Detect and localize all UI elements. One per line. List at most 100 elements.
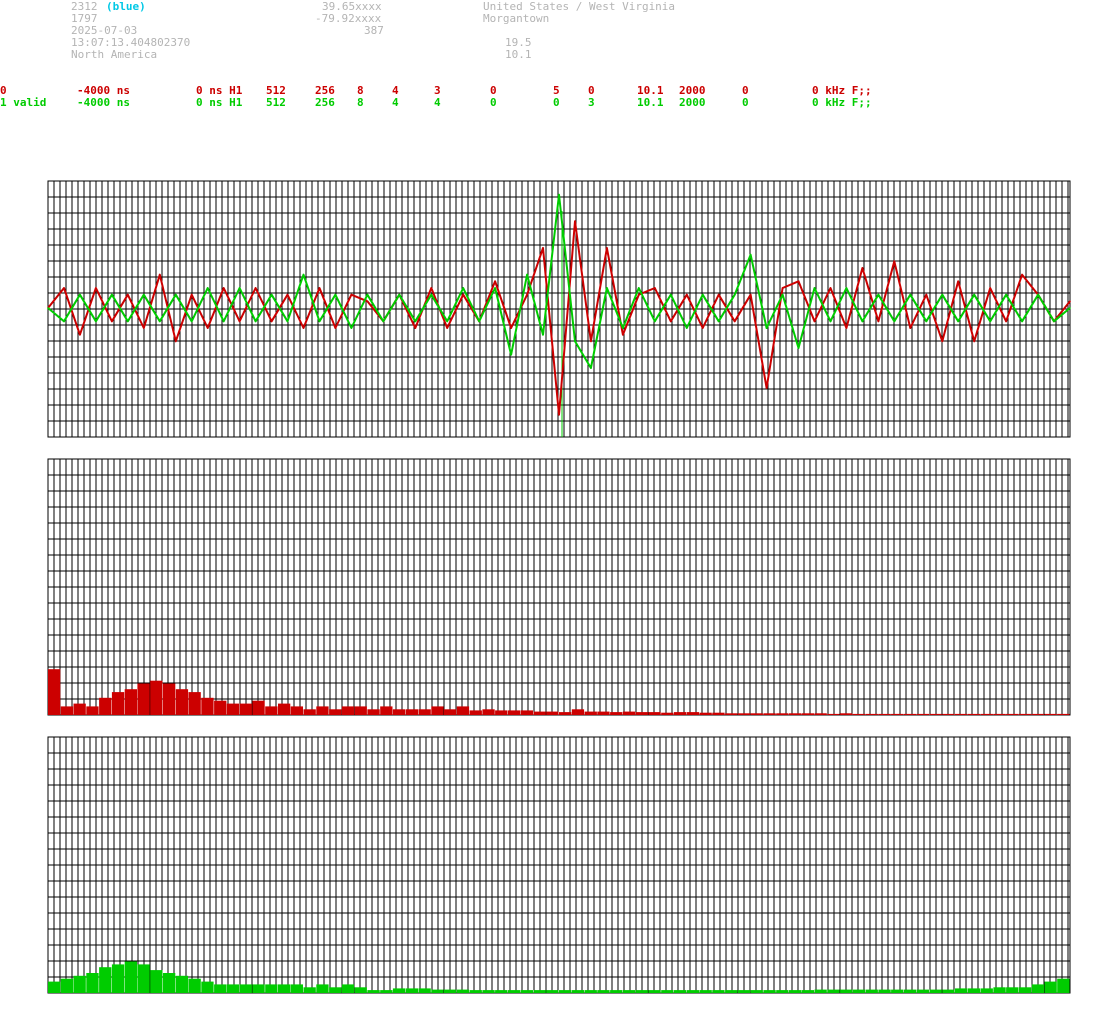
- spectrum-bar: [789, 990, 802, 993]
- waveform-point: [701, 327, 704, 329]
- spectrum-bar: [852, 713, 866, 715]
- spectrum-bar: [175, 689, 189, 715]
- waveform-point: [366, 293, 369, 296]
- spectrum-bar: [584, 711, 597, 715]
- spectrum-bar: [916, 713, 929, 715]
- waveform-point: [158, 273, 161, 276]
- spectrum-bar: [214, 984, 227, 993]
- spectrum-bar: [329, 987, 342, 993]
- grid-panel-0: [47, 180, 1071, 438]
- spectrum-bar: [840, 713, 853, 715]
- waveform-point: [622, 327, 624, 329]
- waveform-point: [286, 320, 289, 323]
- waveform-point: [765, 387, 768, 389]
- waveform-point: [877, 320, 880, 323]
- spectrum-bar: [86, 706, 99, 715]
- spectrum-bar: [175, 975, 189, 993]
- spectrum-bar: [163, 683, 176, 715]
- spectrum-bar: [367, 709, 380, 715]
- spectrum-bar: [725, 713, 738, 715]
- spectrum-bar: [367, 990, 380, 993]
- spectrum-bar: [1031, 984, 1044, 993]
- waveform-point: [1069, 300, 1071, 303]
- spectrum-bar: [993, 713, 1006, 715]
- spectrum-bar: [967, 988, 981, 993]
- spectrum-bar: [789, 713, 802, 715]
- spectrum-bar: [737, 990, 751, 993]
- spectrum-bar: [571, 990, 585, 993]
- spectrum-bar: [814, 989, 827, 993]
- spectrum-bar: [303, 709, 316, 715]
- waveform-point: [701, 293, 704, 296]
- spectrum-bar: [405, 988, 418, 993]
- spectrum-bar: [456, 989, 470, 993]
- spectrum-bar: [635, 712, 648, 715]
- spectrum-bar: [99, 697, 112, 715]
- spectrum-bar: [201, 981, 214, 993]
- waveform-point: [1005, 293, 1007, 296]
- spectrum-bar: [137, 964, 150, 993]
- waveform-charts: [47, 180, 1071, 994]
- spectrum-bar: [520, 710, 533, 715]
- grid-panel-1: [47, 458, 1071, 716]
- waveform-point: [446, 327, 449, 329]
- waveform-point: [893, 260, 896, 263]
- spectrum-bar: [418, 988, 431, 993]
- waveform-point: [877, 293, 880, 296]
- spectrum-bar: [903, 713, 917, 715]
- waveform-point: [654, 287, 656, 289]
- waveform-point: [510, 353, 512, 356]
- spectrum-bar: [418, 709, 431, 715]
- spectrum-bar: [73, 703, 86, 715]
- waveform-point: [127, 293, 129, 296]
- spectrum-bar: [111, 964, 125, 993]
- waveform-point: [206, 287, 209, 289]
- spectrum-bar: [278, 703, 291, 715]
- waveform-point: [574, 220, 576, 223]
- spectrum-bar: [252, 700, 265, 715]
- spectrum-bar: [354, 706, 367, 715]
- spectrum-bar: [1044, 981, 1057, 993]
- waveform-point: [1053, 320, 1055, 323]
- waveform-point: [909, 327, 912, 329]
- spectrum-bar: [303, 987, 316, 993]
- spectrum-bar: [661, 990, 674, 993]
- spectrum-bar: [392, 988, 406, 993]
- waveform-point: [669, 320, 672, 323]
- spectrum-bar: [661, 712, 674, 715]
- spectrum-bar: [942, 989, 955, 993]
- spectrum-bar: [840, 989, 853, 993]
- waveform-point: [286, 293, 289, 296]
- spectrum-bar: [533, 711, 546, 715]
- spectrum-bar: [635, 990, 648, 993]
- spectrum-bar: [750, 713, 763, 715]
- waveform-point: [302, 273, 305, 276]
- waveform-point: [494, 287, 496, 289]
- waveform-point: [111, 320, 113, 323]
- waveform-point: [382, 320, 385, 323]
- spectrum-bar: [290, 706, 303, 715]
- waveform-point: [925, 320, 928, 323]
- waveform-point: [1069, 307, 1071, 309]
- spectrum-bar: [163, 973, 176, 993]
- waveform-point: [1021, 273, 1023, 276]
- spectrum-bar: [124, 689, 137, 715]
- waveform-point: [1021, 320, 1023, 323]
- waveform-point: [174, 340, 177, 343]
- waveform-point: [717, 293, 720, 296]
- spectrum-bar: [801, 990, 814, 993]
- spectrum-bar: [60, 978, 74, 993]
- spectrum-bar: [878, 989, 891, 993]
- waveform-point: [95, 320, 97, 323]
- waveform-point: [206, 327, 209, 329]
- waveform-point: [95, 287, 97, 289]
- spectrum-bar: [431, 706, 444, 715]
- waveform-point: [765, 327, 768, 329]
- spectrum-bar: [674, 990, 687, 993]
- spectrum-bar: [891, 713, 904, 715]
- waveform-point: [127, 320, 129, 323]
- waveform-point: [941, 340, 944, 343]
- waveform-series-0: [47, 220, 1071, 416]
- waveform-point: [781, 293, 784, 296]
- spectrum-bar: [48, 669, 61, 715]
